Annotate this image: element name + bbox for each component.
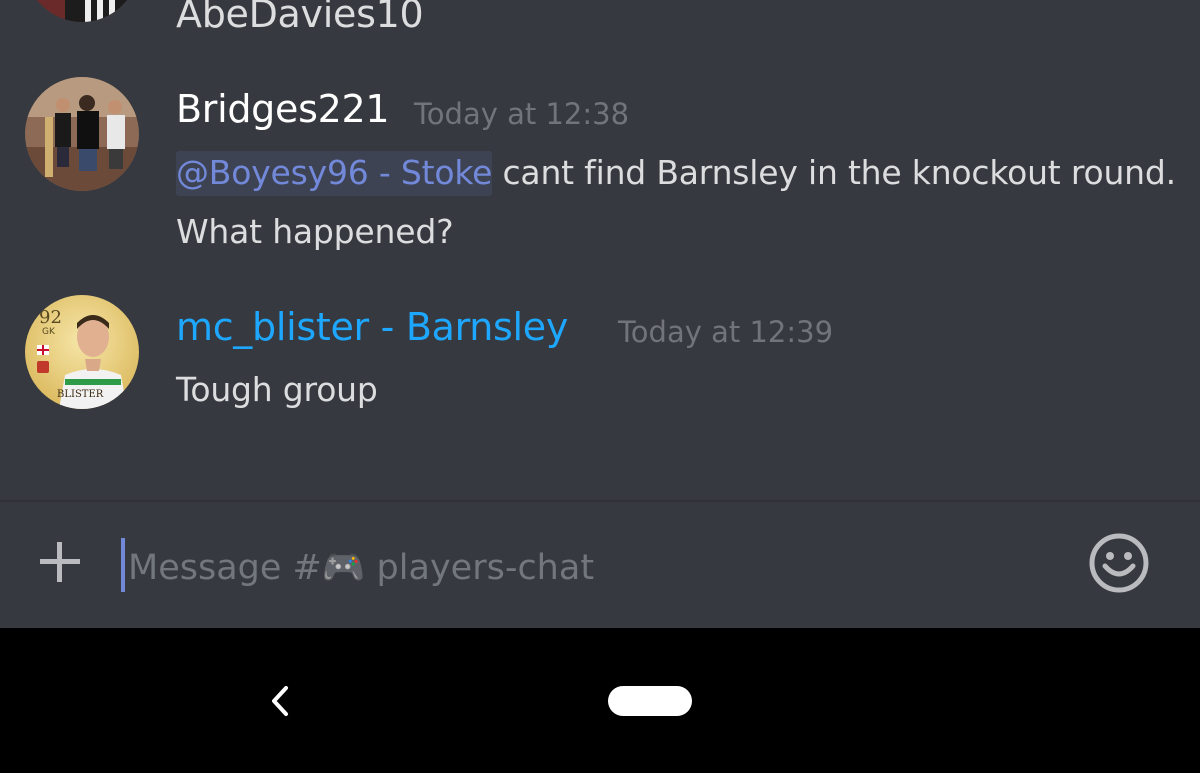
message-text-line1: @Boyesy96 - Stoke cant find Barnsley in … bbox=[176, 151, 1176, 196]
message-text: cant find Barnsley in the knockout round… bbox=[492, 153, 1176, 192]
chat-messages: AbeDavies10 Bridges221 Today at 12:38 @B… bbox=[0, 0, 1200, 500]
message-text: Tough group bbox=[176, 370, 378, 409]
text-cursor bbox=[121, 538, 125, 592]
message-input[interactable] bbox=[126, 540, 1030, 596]
username-abedavies10[interactable]: AbeDavies10 bbox=[176, 0, 424, 36]
smiley-icon bbox=[1089, 533, 1149, 593]
mention-boyesy96[interactable]: @Boyesy96 - Stoke bbox=[176, 151, 492, 196]
timestamp: Today at 12:38 bbox=[414, 97, 630, 131]
card-rating: 92 bbox=[39, 307, 62, 328]
emoji-button[interactable] bbox=[1088, 532, 1150, 594]
card-name: BLISTER bbox=[57, 389, 104, 400]
timestamp: Today at 12:39 bbox=[618, 315, 834, 349]
username-mc-blister[interactable]: mc_blister - Barnsley bbox=[176, 305, 568, 349]
username-bridges221[interactable]: Bridges221 bbox=[176, 87, 390, 131]
plus-icon bbox=[40, 542, 80, 582]
avatar-bridges221[interactable] bbox=[25, 77, 139, 191]
system-navigation-bar bbox=[0, 628, 1200, 773]
back-chevron-icon bbox=[272, 686, 288, 716]
back-button[interactable] bbox=[266, 684, 296, 718]
card-position: GK bbox=[42, 327, 55, 337]
add-attachment-button[interactable] bbox=[36, 538, 84, 586]
message-text-line2: What happened? bbox=[176, 212, 454, 251]
avatar-abedavies10[interactable] bbox=[25, 0, 139, 22]
avatar-mc-blister[interactable]: 92 GK BLISTER bbox=[25, 295, 139, 409]
home-button[interactable] bbox=[608, 686, 692, 716]
